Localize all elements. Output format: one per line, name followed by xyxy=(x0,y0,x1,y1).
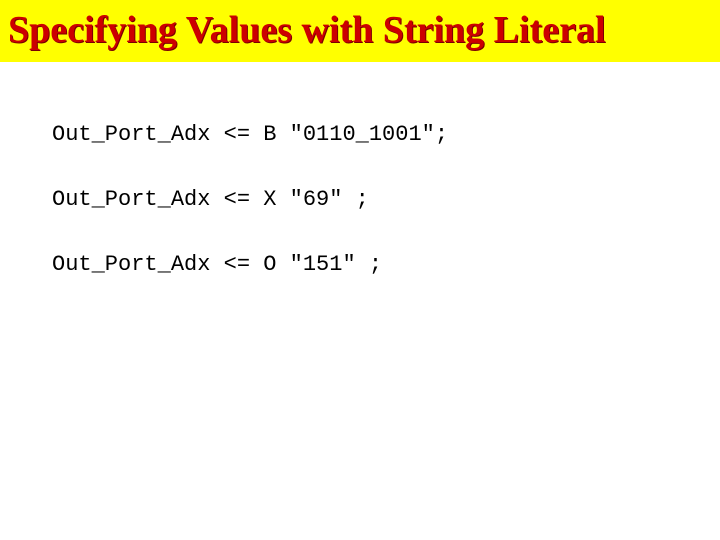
title-band: Specifying Values with String Literal xyxy=(0,0,720,62)
code-area: Out_Port_Adx <= B "0110_1001"; Out_Port_… xyxy=(0,62,720,277)
code-line-3: Out_Port_Adx <= O "151" ; xyxy=(52,252,720,277)
code-line-2: Out_Port_Adx <= X "69" ; xyxy=(52,187,720,212)
slide-title: Specifying Values with String Literal xyxy=(8,8,712,52)
code-line-1: Out_Port_Adx <= B "0110_1001"; xyxy=(52,122,720,147)
slide: Specifying Values with String Literal Ou… xyxy=(0,0,720,540)
